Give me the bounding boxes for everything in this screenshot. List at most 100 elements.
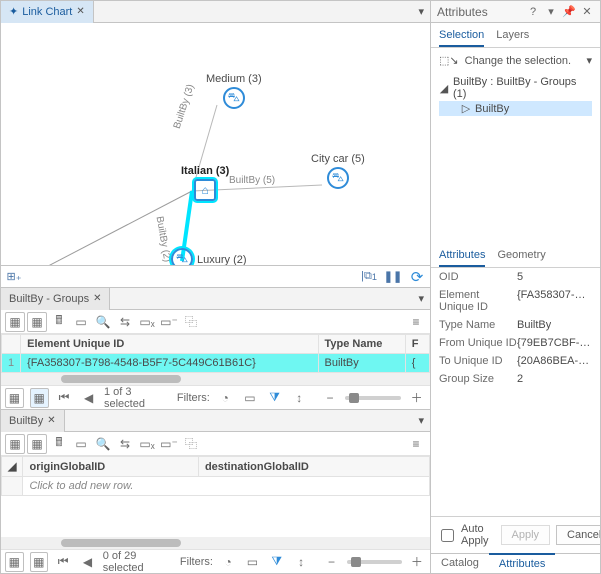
field-view-button[interactable]: ▦: [5, 312, 25, 332]
filter-funnel-icon[interactable]: ⧩: [265, 388, 284, 408]
tab-link-chart[interactable]: ✦ Link Chart ✕: [1, 1, 94, 23]
zoom-slider[interactable]: [345, 396, 401, 400]
copy-button[interactable]: ⿻: [181, 434, 201, 454]
close-icon[interactable]: ✕: [93, 293, 101, 304]
close-icon[interactable]: ✕: [47, 415, 55, 426]
node-citycar[interactable]: City car (5) ⛍: [311, 153, 365, 189]
node-medium[interactable]: Medium (3) ⛍: [206, 73, 262, 109]
h-scrollbar[interactable]: [1, 373, 430, 385]
zoom-out-icon[interactable]: −: [322, 552, 340, 572]
link-chart-canvas[interactable]: BuiltBy (3) BuiltBy (5) BuiltBy (2) Medi…: [1, 23, 430, 265]
selected-rows-button[interactable]: ▦: [30, 552, 49, 572]
prev-icon[interactable]: ◀: [79, 388, 98, 408]
col-rownum[interactable]: .: [2, 335, 21, 354]
node-luxury[interactable]: ⛍ Luxury (2): [171, 248, 247, 265]
zoom-slider[interactable]: [347, 560, 402, 564]
calc-button[interactable]: 🖩: [49, 434, 69, 454]
tree-child[interactable]: ▷ BuiltBy: [439, 101, 592, 116]
menu-icon[interactable]: ≡: [406, 312, 426, 332]
add-button[interactable]: ▦: [27, 434, 47, 454]
calc-button[interactable]: 🖩: [49, 312, 69, 332]
sort-icon[interactable]: ↕: [290, 388, 309, 408]
tab-builtby[interactable]: BuiltBy ✕: [1, 410, 65, 432]
change-selection-row[interactable]: ⬚↘ Change the selection. ▾: [431, 48, 600, 73]
zoom-in-icon[interactable]: ＋: [407, 388, 426, 408]
all-rows-button[interactable]: ▦: [5, 388, 24, 408]
add-button[interactable]: ▦: [27, 312, 47, 332]
apply-button[interactable]: Apply: [501, 525, 551, 545]
table-row-new[interactable]: Click to add new row.: [2, 477, 430, 496]
auto-apply-checkbox[interactable]: Auto Apply: [437, 523, 489, 547]
switch-sel-button[interactable]: ⇆: [115, 434, 135, 454]
tab-geometry[interactable]: Geometry: [497, 247, 545, 267]
tab-menu-button[interactable]: ▾: [412, 292, 430, 305]
table-scroll[interactable]: . Element Unique ID Type Name F 1 {FA358…: [1, 334, 430, 373]
filter-extent-icon[interactable]: ▭: [243, 552, 261, 572]
filter-time-icon[interactable]: ◔: [219, 552, 237, 572]
delete-button[interactable]: ▭⁻: [159, 434, 179, 454]
select-tool-button[interactable]: ▭: [71, 312, 91, 332]
tab-catalog[interactable]: Catalog: [431, 554, 489, 573]
property-grid: OID5 Element Unique ID{FA358307-B798-454…: [431, 268, 600, 388]
close-icon[interactable]: ✕: [580, 5, 594, 19]
table-row[interactable]: 1 {FA358307-B798-4548-B5F7-5C449C61B61C}…: [2, 354, 430, 373]
col-type-name[interactable]: Type Name: [318, 335, 405, 354]
help-icon[interactable]: ?: [526, 5, 540, 19]
col-f[interactable]: F: [405, 335, 429, 354]
tab-layers[interactable]: Layers: [496, 27, 529, 47]
table-scroll[interactable]: ◢ originGlobalID destinationGlobalID Cli…: [1, 456, 430, 537]
add-table-button[interactable]: ⊞₊: [5, 268, 23, 286]
zoom-in-icon[interactable]: ＋: [408, 552, 426, 572]
zoom-sel-button[interactable]: 🔍: [93, 312, 113, 332]
status-text: 0 of 29 selected: [103, 550, 174, 574]
dropdown-icon[interactable]: ▾: [544, 5, 558, 19]
tab-menu-button[interactable]: ▾: [412, 5, 430, 18]
collapse-icon[interactable]: ◢: [439, 82, 449, 95]
filter-extent-icon[interactable]: ▭: [241, 388, 260, 408]
cell-element-unique-id: {FA358307-B798-4548-B5F7-5C449C61B61C}: [21, 354, 318, 373]
field-view-button[interactable]: ▦: [5, 434, 25, 454]
clear-sel-button[interactable]: ▭ₓ: [137, 434, 157, 454]
col-destination-global-id[interactable]: destinationGlobalID: [198, 457, 429, 477]
status-text: 1 of 3 selected: [104, 386, 171, 410]
tree-parent[interactable]: ◢ BuiltBy : BuiltBy - Groups (1): [439, 75, 592, 101]
auto-apply-input[interactable]: [441, 529, 454, 542]
col-rownum[interactable]: ◢: [2, 457, 23, 477]
delete-button[interactable]: ▭⁻: [159, 312, 179, 332]
tab-attributes-bottom[interactable]: Attributes: [489, 553, 555, 573]
filter-funnel-icon[interactable]: ⧩: [268, 552, 286, 572]
refresh-icon[interactable]: ⟳: [408, 268, 426, 286]
switch-sel-button[interactable]: ⇆: [115, 312, 135, 332]
cancel-button[interactable]: Cancel: [556, 525, 600, 545]
copy-button[interactable]: ⿻: [181, 312, 201, 332]
prev-icon[interactable]: ◀: [78, 552, 96, 572]
zoom-out-icon[interactable]: −: [321, 388, 340, 408]
selected-rows-button[interactable]: ▦: [30, 388, 49, 408]
expand-icon[interactable]: ▷: [461, 102, 471, 115]
sort-icon[interactable]: ↕: [292, 552, 310, 572]
h-scrollbar[interactable]: [1, 537, 430, 549]
select-tool-button[interactable]: ▭: [71, 434, 91, 454]
first-icon[interactable]: ⏮: [55, 388, 74, 408]
status-bar: ▦ ▦ ⏮ ◀ 0 of 29 selected Filters: ◔ ▭ ⧩ …: [1, 549, 430, 573]
select-tool-icon: ⬚↘: [439, 54, 459, 67]
menu-icon[interactable]: ≡: [406, 434, 426, 454]
tab-selection[interactable]: Selection: [439, 27, 484, 47]
all-rows-button[interactable]: ▦: [5, 552, 24, 572]
first-icon[interactable]: ⏮: [54, 552, 72, 572]
pin-icon[interactable]: 📌: [562, 5, 576, 19]
node-italian[interactable]: Italian (3) ⌂: [181, 165, 229, 201]
close-icon[interactable]: ✕: [76, 6, 84, 17]
col-origin-global-id[interactable]: originGlobalID: [23, 457, 198, 477]
tab-attributes[interactable]: Attributes: [439, 247, 485, 267]
zoom-sel-button[interactable]: 🔍: [93, 434, 113, 454]
tab-menu-button[interactable]: ▾: [412, 414, 430, 427]
dropdown-icon[interactable]: ▾: [586, 54, 592, 67]
clear-sel-button[interactable]: ▭ₓ: [137, 312, 157, 332]
tab-builtby-groups[interactable]: BuiltBy - Groups ✕: [1, 288, 110, 310]
col-element-unique-id[interactable]: Element Unique ID: [21, 335, 318, 354]
house-icon: ⌂: [194, 179, 216, 201]
pause-icon[interactable]: ❚❚: [384, 268, 402, 286]
filter-count-button[interactable]: |⧉1: [360, 268, 378, 286]
filter-time-icon[interactable]: ◔: [216, 388, 235, 408]
